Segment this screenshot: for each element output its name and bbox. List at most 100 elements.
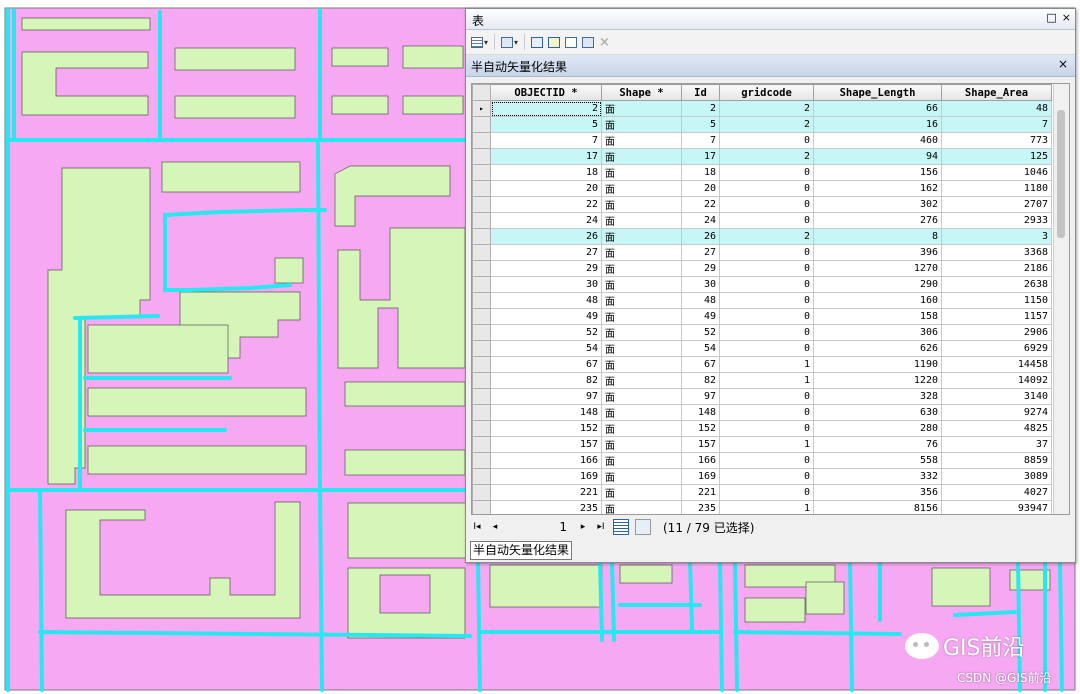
cell-length[interactable]: 280 — [813, 420, 942, 437]
row-selector[interactable] — [472, 212, 491, 229]
cell-id[interactable]: 52 — [681, 324, 720, 341]
current-record-field[interactable]: 1 — [507, 520, 571, 534]
row-selector[interactable] — [472, 356, 491, 373]
cell-gridcode[interactable]: 1 — [719, 372, 814, 389]
cell-shape[interactable]: 面 — [601, 228, 682, 245]
cell-shape[interactable]: 面 — [601, 372, 682, 389]
previous-record-button[interactable]: ◂ — [489, 522, 501, 532]
cell-area[interactable]: 9274 — [941, 404, 1052, 421]
cell-gridcode[interactable]: 0 — [719, 452, 814, 469]
cell-shape[interactable]: 面 — [601, 276, 682, 293]
cell-length[interactable]: 396 — [813, 244, 942, 261]
cell-id[interactable]: 7 — [681, 132, 720, 149]
cell-objectid[interactable]: 5 — [490, 116, 602, 133]
cell-shape[interactable]: 面 — [601, 100, 682, 117]
cell-gridcode[interactable]: 0 — [719, 196, 814, 213]
cell-gridcode[interactable]: 0 — [719, 388, 814, 405]
cell-shape[interactable]: 面 — [601, 212, 682, 229]
cell-objectid[interactable]: 52 — [490, 324, 602, 341]
table-row[interactable]: 17 面 17 2 94 125 — [472, 148, 1052, 165]
cell-area[interactable]: 3 — [941, 228, 1052, 245]
cell-id[interactable]: 82 — [681, 372, 720, 389]
cell-objectid[interactable]: 22 — [490, 196, 602, 213]
cell-length[interactable]: 558 — [813, 452, 942, 469]
zoom-to-selected-icon[interactable] — [581, 33, 595, 51]
row-selector[interactable] — [472, 260, 491, 277]
cell-shape[interactable]: 面 — [601, 132, 682, 149]
cell-length[interactable]: 332 — [813, 468, 942, 485]
cell-objectid[interactable]: 27 — [490, 244, 602, 261]
cell-area[interactable]: 2933 — [941, 212, 1052, 229]
clear-selection-icon[interactable] — [564, 33, 578, 51]
table-row[interactable]: 54 面 54 0 626 6929 — [472, 340, 1052, 357]
cell-shape[interactable]: 面 — [601, 484, 682, 501]
row-selector[interactable] — [472, 164, 491, 181]
cell-gridcode[interactable]: 0 — [719, 244, 814, 261]
cell-length[interactable]: 94 — [813, 148, 942, 165]
cell-gridcode[interactable]: 2 — [719, 228, 814, 245]
table-row[interactable]: 22 面 22 0 302 2707 — [472, 196, 1052, 213]
cell-length[interactable]: 306 — [813, 324, 942, 341]
cell-length[interactable]: 276 — [813, 212, 942, 229]
column-header-id[interactable]: Id — [681, 84, 720, 101]
vertical-scrollbar[interactable] — [1053, 84, 1069, 514]
cell-shape[interactable]: 面 — [601, 468, 682, 485]
row-selector[interactable] — [472, 500, 491, 514]
cell-shape[interactable]: 面 — [601, 452, 682, 469]
attribute-table-window[interactable]: 表 □ × ▾ ▾ × 半自动矢量化结果 × OBJECTID * Shape … — [465, 8, 1076, 563]
cell-area[interactable]: 8859 — [941, 452, 1052, 469]
table-options-icon[interactable]: ▾ — [470, 33, 489, 51]
cell-gridcode[interactable]: 0 — [719, 212, 814, 229]
cell-area[interactable]: 3140 — [941, 388, 1052, 405]
cell-area[interactable]: 93947 — [941, 500, 1052, 514]
cell-area[interactable]: 1157 — [941, 308, 1052, 325]
cell-objectid[interactable]: 24 — [490, 212, 602, 229]
cell-length[interactable]: 76 — [813, 436, 942, 453]
related-tables-icon[interactable]: ▾ — [500, 33, 519, 51]
row-selector[interactable] — [472, 436, 491, 453]
cell-area[interactable]: 14092 — [941, 372, 1052, 389]
cell-area[interactable]: 4825 — [941, 420, 1052, 437]
row-selector[interactable] — [472, 308, 491, 325]
column-header-shape-area[interactable]: Shape_Area — [941, 84, 1052, 101]
cell-objectid[interactable]: 49 — [490, 308, 602, 325]
cell-shape[interactable]: 面 — [601, 148, 682, 165]
table-row[interactable]: 157 面 157 1 76 37 — [472, 436, 1052, 453]
cell-area[interactable]: 1180 — [941, 180, 1052, 197]
close-icon[interactable]: × — [1062, 11, 1071, 24]
row-selector[interactable] — [472, 452, 491, 469]
cell-id[interactable]: 49 — [681, 308, 720, 325]
cell-area[interactable]: 2186 — [941, 260, 1052, 277]
cell-objectid[interactable]: 30 — [490, 276, 602, 293]
table-row[interactable]: 97 面 97 0 328 3140 — [472, 388, 1052, 405]
cell-gridcode[interactable]: 0 — [719, 324, 814, 341]
cell-id[interactable]: 27 — [681, 244, 720, 261]
cell-objectid[interactable]: 26 — [490, 228, 602, 245]
table-tab-header[interactable]: 半自动矢量化结果 × — [466, 55, 1075, 77]
cell-id[interactable]: 2 — [681, 100, 720, 117]
cell-area[interactable]: 2707 — [941, 196, 1052, 213]
cell-area[interactable]: 7 — [941, 116, 1052, 133]
table-row[interactable]: 166 面 166 0 558 8859 — [472, 452, 1052, 469]
cell-length[interactable]: 156 — [813, 164, 942, 181]
cell-shape[interactable]: 面 — [601, 292, 682, 309]
row-selector[interactable] — [472, 372, 491, 389]
cell-id[interactable]: 20 — [681, 180, 720, 197]
row-selector[interactable]: ▸ — [472, 100, 491, 117]
cell-objectid[interactable]: 48 — [490, 292, 602, 309]
cell-objectid[interactable]: 18 — [490, 164, 602, 181]
table-row[interactable]: 67 面 67 1 1190 14458 — [472, 356, 1052, 373]
cell-length[interactable]: 8156 — [813, 500, 942, 514]
cell-objectid[interactable]: 157 — [490, 436, 602, 453]
cell-area[interactable]: 125 — [941, 148, 1052, 165]
scrollbar-thumb[interactable] — [1057, 110, 1065, 238]
cell-id[interactable]: 54 — [681, 340, 720, 357]
last-record-button[interactable]: ▸I — [595, 522, 607, 532]
table-row[interactable]: 221 面 221 0 356 4027 — [472, 484, 1052, 501]
maximize-icon[interactable]: □ — [1046, 11, 1056, 24]
cell-gridcode[interactable]: 0 — [719, 276, 814, 293]
cell-gridcode[interactable]: 0 — [719, 468, 814, 485]
row-selector[interactable] — [472, 420, 491, 437]
cell-id[interactable]: 26 — [681, 228, 720, 245]
cell-gridcode[interactable]: 0 — [719, 292, 814, 309]
